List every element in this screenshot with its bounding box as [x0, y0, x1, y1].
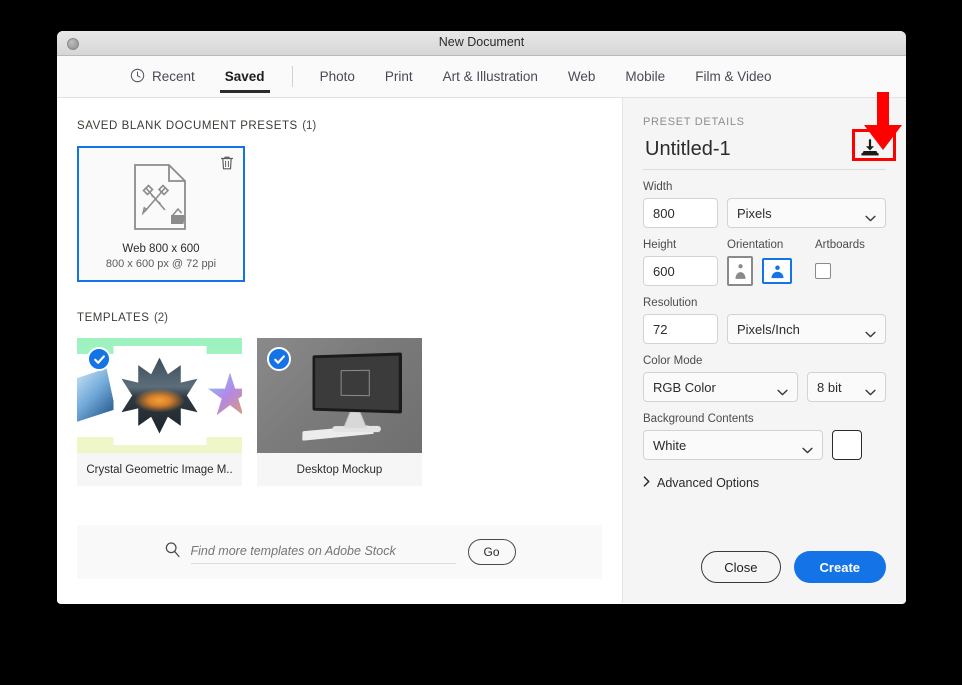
template-checked-icon — [87, 347, 111, 371]
height-label: Height — [643, 239, 677, 251]
tab-divider — [291, 66, 293, 87]
resolution-row: Pixels/Inch — [643, 314, 886, 344]
width-unit-select[interactable]: Pixels — [727, 198, 886, 228]
height-orientation-artboards-labels: Height Orientation Artboards — [643, 239, 886, 251]
close-button[interactable]: Close — [701, 551, 781, 583]
saved-presets-heading-label: SAVED BLANK DOCUMENT PRESETS — [77, 120, 298, 132]
adobe-stock-search-bar: Go — [77, 525, 602, 579]
screenshot-root: New Document Recent Saved Photo Print Ar… — [0, 0, 962, 685]
tab-art-illustration[interactable]: Art & Illustration — [428, 56, 553, 97]
background-contents-select[interactable]: White — [643, 430, 823, 460]
orientation-label: Orientation — [727, 239, 784, 251]
dialog-body: SAVED BLANK DOCUMENT PRESETS (1) Web 800… — [57, 98, 906, 603]
width-label: Width — [643, 181, 673, 193]
template-card-crystal-geometric[interactable]: Crystal Geometric Image M.. — [77, 338, 242, 486]
preset-details-panel: PRESET DETAILS Untitled-1 Width 800 Pixe… — [622, 98, 906, 603]
tab-photo[interactable]: Photo — [305, 56, 370, 97]
bit-depth-value: 8 bit — [817, 379, 842, 395]
preset-details-heading: PRESET DETAILS — [643, 116, 745, 128]
advanced-options-label: Advanced Options — [657, 476, 760, 490]
chevron-down-icon — [865, 210, 876, 221]
tab-web[interactable]: Web — [553, 56, 611, 97]
templates-heading: TEMPLATES (2) — [77, 308, 602, 326]
height-orientation-artboards-row — [643, 256, 886, 286]
tab-mobile-label: Mobile — [625, 69, 666, 84]
stock-search-input[interactable] — [190, 540, 456, 564]
document-name-input[interactable] — [643, 137, 833, 162]
templates-heading-label: TEMPLATES — [77, 312, 150, 324]
dialog-footer-buttons: Close Create — [701, 551, 886, 583]
tab-saved-label: Saved — [224, 69, 265, 84]
resolution-label: Resolution — [643, 297, 698, 309]
dialog-title: New Document — [438, 35, 525, 49]
tab-print[interactable]: Print — [370, 56, 428, 97]
template-name: Crystal Geometric Image M.. — [77, 453, 242, 486]
chevron-right-icon — [643, 476, 650, 490]
tab-art-illustration-label: Art & Illustration — [442, 69, 538, 84]
artboards-label: Artboards — [815, 239, 865, 251]
width-row: Pixels — [643, 198, 886, 228]
stock-search-group — [164, 540, 456, 564]
preset-details-text: 800 x 600 px @ 72 ppi — [105, 258, 217, 270]
tab-photo-label: Photo — [319, 69, 355, 84]
landscape-orientation-icon[interactable] — [762, 258, 792, 284]
background-contents-value: White — [653, 437, 687, 453]
portrait-orientation-icon[interactable] — [727, 256, 753, 286]
color-mode-label: Color Mode — [643, 355, 703, 367]
orientation-group — [727, 256, 815, 286]
background-contents-row: White — [643, 430, 886, 460]
new-document-dialog: New Document Recent Saved Photo Print Ar… — [57, 31, 906, 604]
tab-saved[interactable]: Saved — [210, 56, 280, 97]
tab-recent[interactable]: Recent — [115, 56, 210, 97]
width-input[interactable] — [643, 198, 718, 228]
search-icon — [164, 541, 181, 563]
background-color-swatch[interactable] — [832, 430, 862, 460]
saved-presets-count: (1) — [302, 120, 317, 132]
template-card-desktop-mockup[interactable]: Desktop Mockup — [257, 338, 422, 486]
height-input[interactable] — [643, 256, 718, 286]
color-mode-value: RGB Color — [653, 379, 716, 395]
annotation-arrow-icon — [862, 92, 904, 159]
advanced-options-toggle[interactable]: Advanced Options — [643, 476, 886, 490]
tab-recent-label: Recent — [152, 69, 195, 84]
artboards-checkbox[interactable] — [815, 263, 831, 279]
saved-presets-heading: SAVED BLANK DOCUMENT PRESETS (1) — [77, 116, 602, 134]
chevron-down-icon — [865, 384, 876, 395]
color-mode-row: RGB Color 8 bit — [643, 372, 886, 402]
tab-web-label: Web — [567, 69, 596, 84]
width-unit-value: Pixels — [737, 205, 772, 221]
preset-card-web-800x600[interactable]: Web 800 x 600 800 x 600 px @ 72 ppi — [77, 146, 245, 282]
background-contents-label: Background Contents — [643, 413, 754, 425]
chevron-down-icon — [777, 384, 788, 395]
saved-presets-list: Web 800 x 600 800 x 600 px @ 72 ppi — [77, 146, 602, 282]
chevron-down-icon — [865, 326, 876, 337]
clock-icon — [130, 68, 145, 86]
tab-print-label: Print — [384, 69, 413, 84]
templates-list: Crystal Geometric Image M.. Desktop Mock… — [77, 338, 602, 486]
trash-icon[interactable] — [220, 155, 234, 176]
chevron-down-icon — [802, 442, 813, 453]
preset-name: Web 800 x 600 — [122, 243, 200, 255]
template-checked-icon — [267, 347, 291, 371]
presets-browser: SAVED BLANK DOCUMENT PRESETS (1) Web 800… — [57, 98, 622, 603]
tab-mobile[interactable]: Mobile — [610, 56, 680, 97]
document-preset-icon — [129, 162, 193, 237]
templates-count: (2) — [153, 312, 168, 324]
document-name-row — [643, 137, 886, 170]
color-mode-select[interactable]: RGB Color — [643, 372, 798, 402]
bit-depth-select[interactable]: 8 bit — [807, 372, 886, 402]
tab-film-video[interactable]: Film & Video — [680, 56, 786, 97]
tab-film-video-label: Film & Video — [695, 69, 772, 84]
resolution-unit-select[interactable]: Pixels/Inch — [727, 314, 886, 344]
resolution-input[interactable] — [643, 314, 718, 344]
document-type-tabs: Recent Saved Photo Print Art & Illustrat… — [57, 56, 906, 98]
create-button[interactable]: Create — [793, 551, 886, 583]
template-name: Desktop Mockup — [257, 453, 422, 486]
stock-go-button[interactable]: Go — [467, 539, 516, 565]
desktop-mockup-thumbnail — [257, 338, 422, 453]
resolution-unit-value: Pixels/Inch — [737, 321, 800, 337]
crystal-geometric-thumbnail — [77, 338, 242, 453]
dialog-titlebar: New Document — [57, 31, 906, 56]
